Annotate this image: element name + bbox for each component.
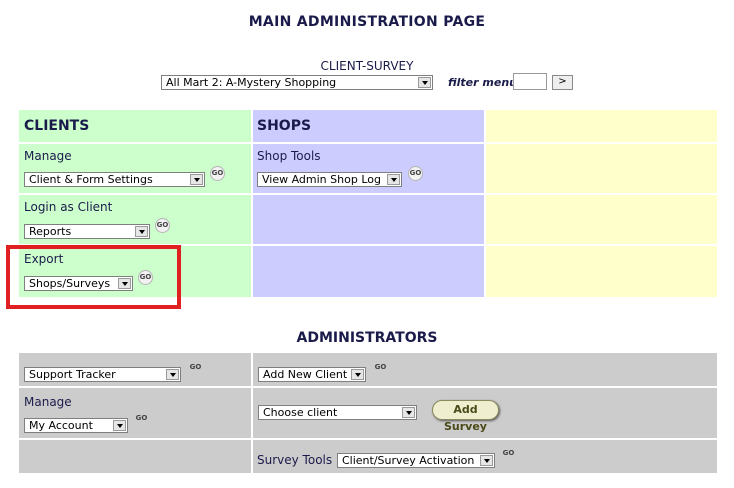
shops-header: SHOPS [257,118,312,134]
admin-manage-select-value: My Account [29,419,93,432]
client-survey-label: CLIENT-SURVEY [320,59,414,73]
highlight-box [6,245,181,309]
go-button[interactable]: GO [408,166,423,181]
dropdown-arrow-icon [166,369,179,380]
dropdown-arrow-icon [113,420,126,431]
clients-header-cell: CLIENTS [19,110,251,142]
dropdown-arrow-icon [351,369,364,380]
filter-menu-input[interactable] [513,73,547,90]
admin-manage-label: Manage [24,395,72,409]
add-new-client-select[interactable]: Add New Client [258,367,366,382]
admin-manage-select[interactable]: My Account [24,418,128,433]
survey-tools-cell: Survey Tools Client/Survey Activation GO [253,440,717,473]
dropdown-arrow-icon [387,174,400,185]
go-button[interactable]: GO [373,361,388,376]
clients-manage-label: Manage [24,149,72,163]
survey-tools-select[interactable]: Client/Survey Activation [337,453,495,468]
survey-tools-label: Survey Tools [257,453,333,467]
empty-cell [486,195,717,244]
add-new-client-select-value: Add New Client [263,368,348,381]
survey-tools-select-value: Client/Survey Activation [342,454,475,467]
go-button[interactable]: GO [134,412,149,427]
support-tracker-select-value: Support Tracker [29,368,116,381]
clients-manage-select[interactable]: Client & Form Settings [24,172,205,187]
go-button[interactable]: GO [188,361,203,376]
administrators-header: ADMINISTRATORS [296,330,438,346]
dropdown-arrow-icon [480,455,493,466]
choose-client-cell: Choose client Add Survey [253,388,717,438]
dropdown-arrow-icon [402,407,415,418]
go-button[interactable]: GO [155,218,170,233]
support-tracker-select[interactable]: Support Tracker [24,367,181,382]
login-as-client-cell: Login as Client Reports GO [19,195,251,244]
add-new-client-cell: Add New Client GO [253,353,717,386]
client-survey-select-value: All Mart 2: A-Mystery Shopping [166,76,337,89]
clients-manage-select-value: Client & Form Settings [29,173,153,186]
choose-client-select-value: Choose client [263,406,338,419]
dropdown-arrow-icon [190,174,203,185]
shop-tools-label: Shop Tools [257,149,321,163]
choose-client-select[interactable]: Choose client [258,405,417,420]
login-as-client-select-value: Reports [29,225,72,238]
go-button[interactable]: GO [210,166,225,181]
empty-cell [486,110,717,142]
dropdown-arrow-icon [418,77,431,88]
empty-cell [253,246,484,297]
client-survey-select[interactable]: All Mart 2: A-Mystery Shopping [161,75,433,90]
admin-manage-cell: Manage My Account GO [19,388,251,438]
empty-cell [253,195,484,244]
clients-header: CLIENTS [24,118,90,134]
support-tracker-cell: Support Tracker GO [19,353,251,386]
login-as-client-label: Login as Client [24,200,113,214]
dropdown-arrow-icon [135,226,148,237]
login-as-client-select[interactable]: Reports [24,224,150,239]
empty-cell [486,144,717,193]
filter-go-button[interactable]: > [552,75,573,90]
page-title: MAIN ADMINISTRATION PAGE [248,14,486,30]
empty-cell [486,246,717,297]
clients-manage-cell: Manage Client & Form Settings GO [19,144,251,193]
shop-tools-select-value: View Admin Shop Log [262,173,381,186]
shop-tools-select[interactable]: View Admin Shop Log [257,172,402,187]
shops-header-cell: SHOPS [253,110,484,142]
go-button[interactable]: GO [501,447,516,462]
empty-cell [19,440,251,473]
filter-menu-label: filter menu [448,76,517,89]
add-survey-button[interactable]: Add Survey [432,400,499,433]
shop-tools-cell: Shop Tools View Admin Shop Log GO [253,144,484,193]
